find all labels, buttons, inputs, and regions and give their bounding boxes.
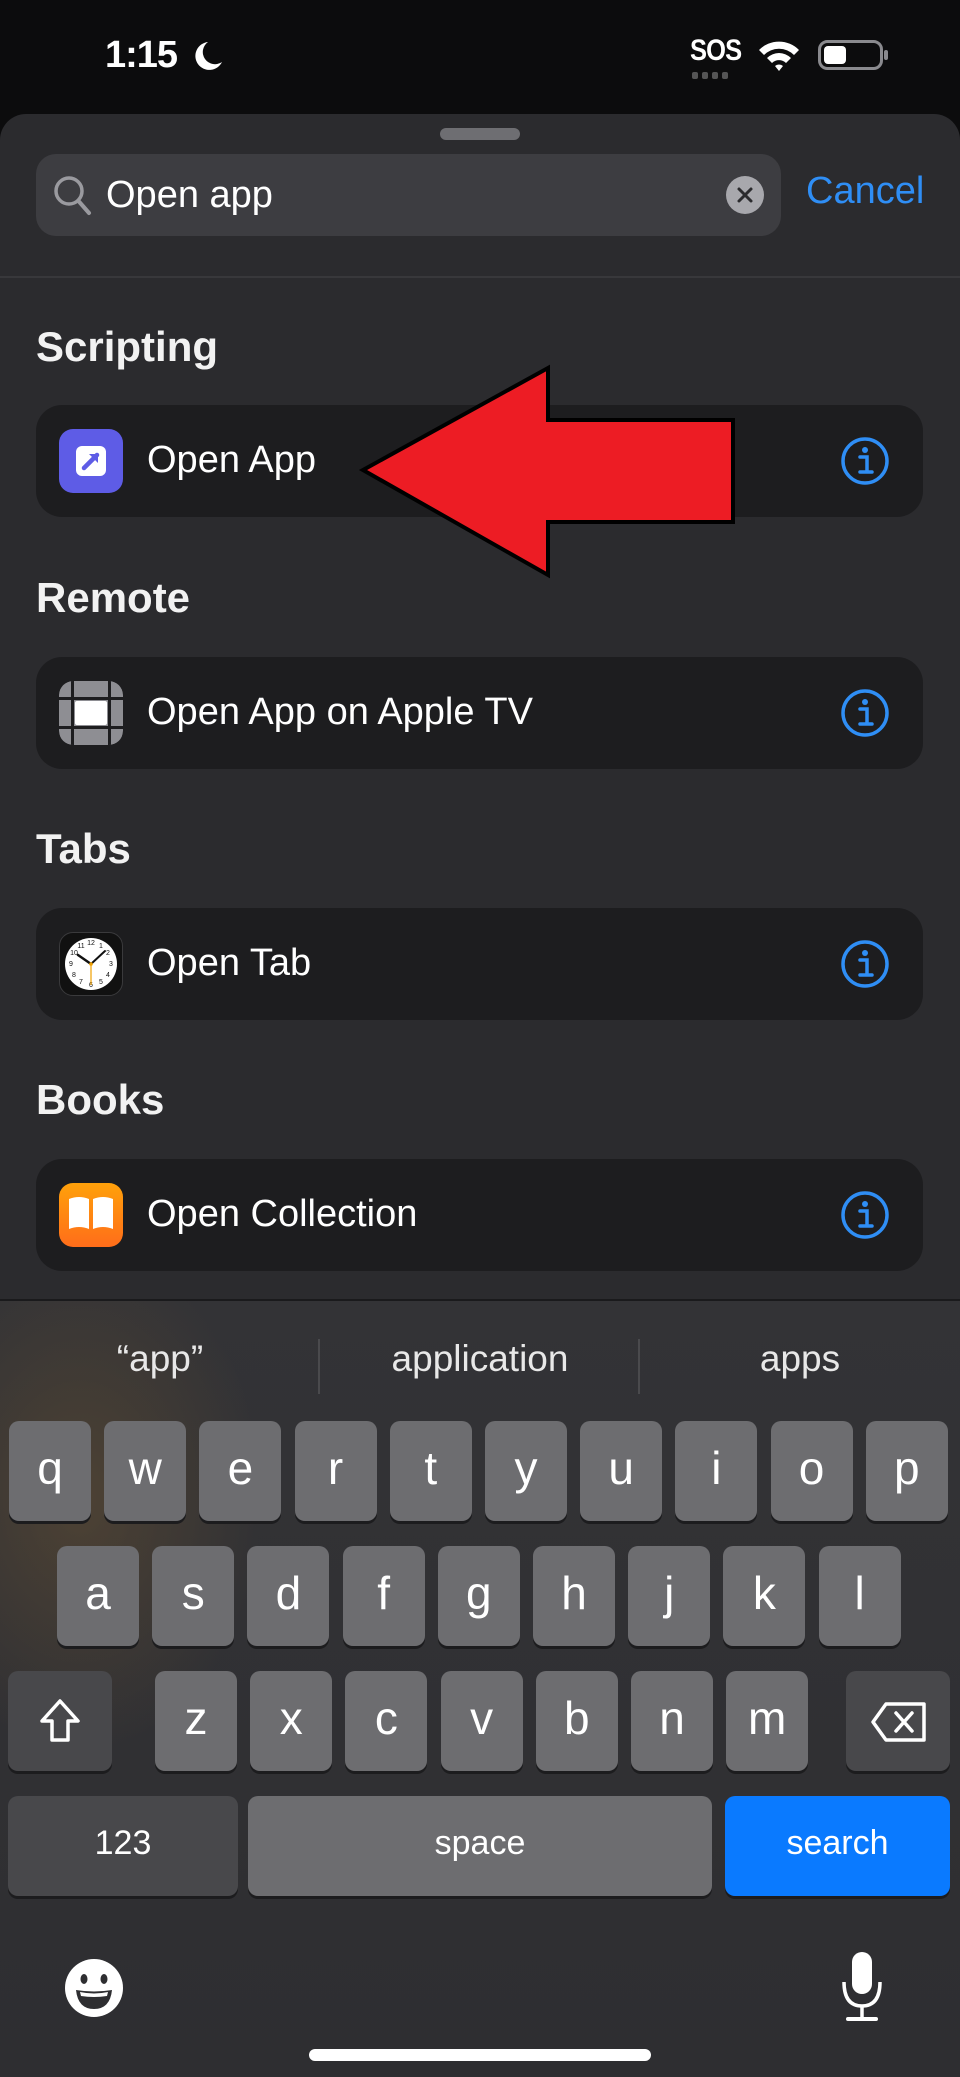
- key-i[interactable]: i: [675, 1421, 758, 1521]
- key-q[interactable]: q: [9, 1421, 91, 1521]
- action-row-open-app[interactable]: Open App: [36, 405, 923, 517]
- key-m[interactable]: m: [726, 1671, 809, 1771]
- info-icon[interactable]: [840, 1190, 890, 1240]
- svg-text:7: 7: [79, 979, 83, 986]
- key-n[interactable]: n: [631, 1671, 713, 1771]
- key-h[interactable]: h: [533, 1546, 615, 1646]
- key-z[interactable]: z: [155, 1671, 237, 1771]
- moon-icon: [195, 42, 222, 70]
- action-row-open-app-on-apple-tv[interactable]: Open App on Apple TV: [36, 657, 923, 769]
- suggestion-3[interactable]: apps: [640, 1329, 960, 1389]
- key-o[interactable]: o: [770, 1421, 853, 1521]
- key-p[interactable]: p: [865, 1421, 948, 1521]
- suggestion-1[interactable]: “app”: [0, 1329, 320, 1389]
- wifi-icon: [759, 41, 799, 71]
- key-g[interactable]: g: [437, 1546, 520, 1646]
- svg-text:3: 3: [109, 961, 113, 968]
- key-j[interactable]: j: [628, 1546, 711, 1646]
- backspace-icon: [871, 1702, 926, 1742]
- space-key[interactable]: space: [248, 1796, 712, 1896]
- svg-text:12: 12: [87, 940, 95, 947]
- key-u[interactable]: u: [580, 1421, 663, 1521]
- svg-text:10: 10: [70, 950, 78, 957]
- clock-icon: 12 1 2 345 678 9 10 11: [59, 932, 123, 996]
- suggestion-2[interactable]: application: [320, 1329, 640, 1389]
- key-v[interactable]: v: [440, 1671, 523, 1771]
- action-label: Open Collection: [147, 1193, 418, 1235]
- svg-text:9: 9: [69, 961, 73, 968]
- open-app-icon: [59, 429, 123, 493]
- microphone-icon[interactable]: [840, 1950, 884, 2024]
- shift-icon: [40, 1699, 80, 1742]
- svg-text:8: 8: [72, 972, 76, 979]
- emoji-icon[interactable]: [63, 1957, 125, 2019]
- cancel-button[interactable]: Cancel: [806, 170, 924, 213]
- keyboard: “app” application apps qwertyuiop asdfgh…: [0, 1299, 960, 2077]
- key-c[interactable]: c: [345, 1671, 428, 1771]
- status-bar: 1:15 SOS: [0, 0, 960, 115]
- key-t[interactable]: t: [389, 1421, 472, 1521]
- section-title-scripting: Scripting: [36, 323, 219, 370]
- shift-key[interactable]: [8, 1671, 112, 1771]
- info-icon[interactable]: [840, 939, 890, 989]
- action-label: Open Tab: [147, 942, 312, 984]
- action-label: Open App: [147, 439, 317, 481]
- key-x[interactable]: x: [250, 1671, 333, 1771]
- svg-text:4: 4: [106, 972, 110, 979]
- section-title-remote: Remote: [36, 574, 191, 621]
- key-f[interactable]: f: [342, 1546, 425, 1646]
- books-icon: [59, 1183, 123, 1247]
- search-key[interactable]: search: [725, 1796, 950, 1896]
- key-r[interactable]: r: [294, 1421, 377, 1521]
- section-title-tabs: Tabs: [36, 825, 131, 872]
- delete-key[interactable]: [846, 1671, 950, 1771]
- key-s[interactable]: s: [152, 1546, 235, 1646]
- info-icon[interactable]: [840, 436, 890, 486]
- search-icon: [54, 176, 91, 215]
- action-row-open-tab[interactable]: 12 1 2 345 678 9 10 11 Open Tab: [36, 908, 923, 1020]
- key-w[interactable]: w: [104, 1421, 187, 1521]
- sheet-grabber[interactable]: [440, 128, 520, 140]
- apple-tv-remote-icon: [59, 681, 123, 745]
- svg-text:1: 1: [99, 943, 103, 950]
- key-b[interactable]: b: [535, 1671, 618, 1771]
- battery-icon: [818, 40, 888, 70]
- info-icon[interactable]: [840, 688, 890, 738]
- search-field[interactable]: [36, 154, 781, 236]
- clear-search-button[interactable]: [726, 176, 764, 214]
- status-time: 1:15: [105, 34, 178, 76]
- key-l[interactable]: l: [818, 1546, 901, 1646]
- key-e[interactable]: e: [199, 1421, 282, 1521]
- svg-text:11: 11: [77, 943, 84, 950]
- carrier-sos: SOS: [690, 34, 742, 67]
- keyboard-top-border: [0, 1299, 960, 1301]
- key-d[interactable]: d: [247, 1546, 330, 1646]
- search-input[interactable]: [106, 164, 716, 226]
- home-indicator[interactable]: [309, 2049, 651, 2061]
- key-a[interactable]: a: [57, 1546, 139, 1646]
- key-y[interactable]: y: [485, 1421, 567, 1521]
- signal-dots: [692, 72, 728, 79]
- action-row-open-collection[interactable]: Open Collection: [36, 1159, 923, 1271]
- numbers-key[interactable]: 123: [8, 1796, 238, 1896]
- section-title-books: Books: [36, 1076, 165, 1123]
- divider: [0, 276, 960, 278]
- key-k[interactable]: k: [723, 1546, 806, 1646]
- svg-text:5: 5: [99, 979, 103, 986]
- action-label: Open App on Apple TV: [147, 691, 533, 733]
- svg-text:2: 2: [106, 950, 110, 957]
- close-icon: [737, 187, 753, 203]
